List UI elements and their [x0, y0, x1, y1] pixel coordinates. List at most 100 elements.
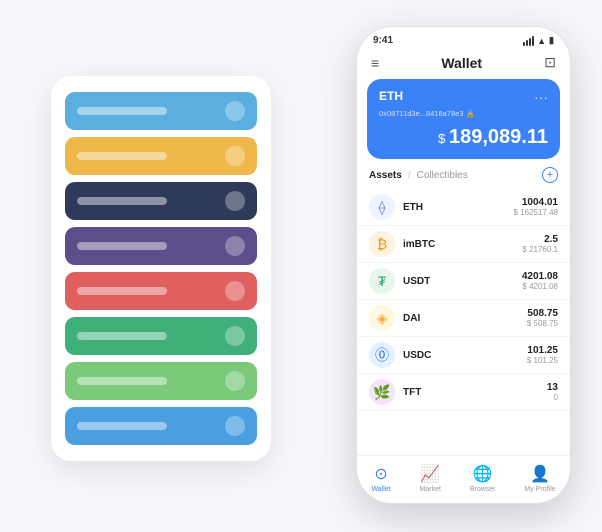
asset-item-eth[interactable]: ⟠ ETH 1004.01 $ 162517.48	[357, 189, 570, 226]
color-row-8	[65, 407, 257, 445]
row-text-4	[77, 242, 167, 250]
asset-item-usdc[interactable]: ⓪ USDC 101.25 $ 101.25	[357, 337, 570, 374]
asset-values-imbtc: 2.5 $ 21760.1	[522, 234, 558, 254]
asset-amount-usdc: 101.25	[527, 345, 558, 356]
eth-card-coin: ETH	[379, 89, 403, 103]
battery-icon: ▮	[549, 35, 554, 46]
color-row-1	[65, 92, 257, 130]
nav-item-market[interactable]: 📈 Market	[420, 464, 441, 493]
row-icon-1	[225, 101, 245, 121]
nav-item-wallet[interactable]: ⊙ Wallet	[371, 464, 390, 493]
row-text-6	[77, 332, 167, 340]
color-row-3	[65, 182, 257, 220]
nav-label-0: Wallet	[371, 486, 390, 493]
eth-balance-value: 189,089.11	[449, 126, 548, 148]
asset-item-tft[interactable]: 🌿 TFT 13 0	[357, 374, 570, 411]
color-row-6	[65, 317, 257, 355]
nav-icon-1: 📈	[420, 464, 440, 484]
nav-label-3: My Profile	[524, 486, 555, 493]
bottom-nav: ⊙ Wallet 📈 Market 🌐 Browser 👤 My Profile	[357, 455, 570, 503]
asset-amount-imbtc: 2.5	[522, 234, 558, 245]
nav-item-my-profile[interactable]: 👤 My Profile	[524, 464, 555, 493]
scan-icon[interactable]: ⊡	[544, 54, 556, 71]
asset-usd-tft: 0	[547, 393, 558, 402]
scene: 9:41 ▲ ▮ ≡ Wallet ⊡ ETH ···	[21, 16, 581, 516]
color-row-2	[65, 137, 257, 175]
nav-label-1: Market	[420, 486, 441, 493]
asset-usd-usdt: $ 4201.08	[522, 282, 558, 291]
asset-icon-imbtc: ₿	[369, 231, 395, 257]
status-time: 9:41	[373, 35, 393, 46]
asset-name-tft: TFT	[403, 387, 547, 398]
status-bar: 9:41 ▲ ▮	[357, 27, 570, 50]
phone-title: Wallet	[441, 55, 482, 71]
asset-usd-dai: $ 508.75	[527, 319, 558, 328]
asset-usd-imbtc: $ 21760.1	[522, 245, 558, 254]
asset-item-usdt[interactable]: ₮ USDT 4201.08 $ 4201.08	[357, 263, 570, 300]
currency-sign: $	[438, 131, 449, 146]
more-options-icon[interactable]: ···	[534, 89, 548, 105]
row-icon-6	[225, 326, 245, 346]
asset-name-dai: DAI	[403, 313, 527, 324]
eth-balance: $ 189,089.11	[379, 126, 548, 149]
row-text-8	[77, 422, 167, 430]
tab-collectibles[interactable]: Collectibles	[417, 170, 468, 181]
asset-item-imbtc[interactable]: ₿ imBTC 2.5 $ 21760.1	[357, 226, 570, 263]
status-icons: ▲ ▮	[523, 35, 554, 46]
row-text-3	[77, 197, 167, 205]
asset-amount-tft: 13	[547, 382, 558, 393]
eth-card[interactable]: ETH ··· 0x08711d3e...8416a78e3 🔒 $ 189,0…	[367, 79, 560, 159]
tab-assets[interactable]: Assets	[369, 170, 402, 181]
asset-icon-usdc: ⓪	[369, 342, 395, 368]
assets-tabs: Assets / Collectibles	[369, 170, 468, 181]
asset-name-usdt: USDT	[403, 276, 522, 287]
asset-amount-eth: 1004.01	[514, 197, 559, 208]
asset-values-dai: 508.75 $ 508.75	[527, 308, 558, 328]
add-asset-button[interactable]: +	[542, 167, 558, 183]
menu-icon[interactable]: ≡	[371, 55, 379, 71]
asset-item-dai[interactable]: ◈ DAI 508.75 $ 508.75	[357, 300, 570, 337]
asset-icon-tft: 🌿	[369, 379, 395, 405]
asset-amount-usdt: 4201.08	[522, 271, 558, 282]
assets-header: Assets / Collectibles +	[357, 167, 570, 189]
row-text-2	[77, 152, 167, 160]
eth-card-top: ETH ···	[379, 89, 548, 105]
asset-values-usdt: 4201.08 $ 4201.08	[522, 271, 558, 291]
row-icon-4	[225, 236, 245, 256]
asset-values-eth: 1004.01 $ 162517.48	[514, 197, 559, 217]
nav-item-browser[interactable]: 🌐 Browser	[470, 464, 496, 493]
row-icon-8	[225, 416, 245, 436]
row-text-1	[77, 107, 167, 115]
asset-usd-eth: $ 162517.48	[514, 208, 559, 217]
asset-icon-eth: ⟠	[369, 194, 395, 220]
phone-header: ≡ Wallet ⊡	[357, 50, 570, 79]
asset-amount-dai: 508.75	[527, 308, 558, 319]
asset-usd-usdc: $ 101.25	[527, 356, 558, 365]
row-icon-5	[225, 281, 245, 301]
nav-icon-0: ⊙	[374, 464, 387, 484]
asset-icon-usdt: ₮	[369, 268, 395, 294]
row-icon-3	[225, 191, 245, 211]
wifi-icon: ▲	[537, 36, 546, 46]
row-text-5	[77, 287, 167, 295]
color-row-7	[65, 362, 257, 400]
asset-icon-dai: ◈	[369, 305, 395, 331]
signal-icon	[523, 36, 534, 46]
row-icon-2	[225, 146, 245, 166]
row-icon-7	[225, 371, 245, 391]
bg-card	[51, 76, 271, 461]
asset-name-eth: ETH	[403, 202, 514, 213]
asset-name-imbtc: imBTC	[403, 239, 522, 250]
nav-label-2: Browser	[470, 486, 496, 493]
color-row-5	[65, 272, 257, 310]
asset-values-usdc: 101.25 $ 101.25	[527, 345, 558, 365]
asset-name-usdc: USDC	[403, 350, 527, 361]
row-text-7	[77, 377, 167, 385]
asset-list: ⟠ ETH 1004.01 $ 162517.48 ₿ imBTC 2.5 $ …	[357, 189, 570, 455]
nav-icon-3: 👤	[530, 464, 550, 484]
phone-mockup: 9:41 ▲ ▮ ≡ Wallet ⊡ ETH ···	[356, 26, 571, 504]
eth-address: 0x08711d3e...8416a78e3 🔒	[379, 109, 548, 118]
color-row-4	[65, 227, 257, 265]
tab-divider: /	[408, 170, 411, 181]
asset-values-tft: 13 0	[547, 382, 558, 402]
